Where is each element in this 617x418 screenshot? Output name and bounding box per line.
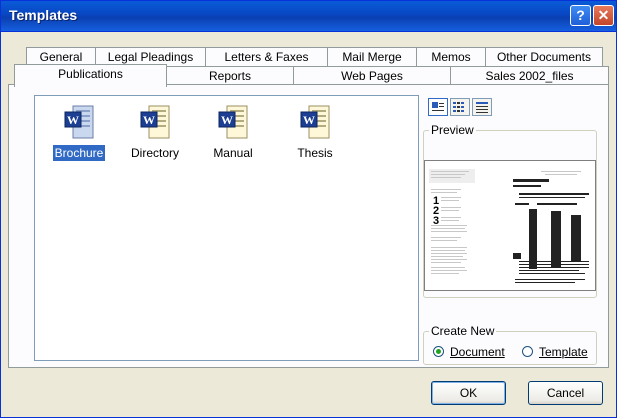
svg-text:3: 3 — [433, 215, 439, 227]
tab-reports[interactable]: Reports — [166, 66, 294, 86]
help-icon: ? — [576, 7, 585, 23]
list-view-button[interactable] — [450, 98, 470, 116]
tab-letters-faxes[interactable]: Letters & Faxes — [205, 47, 328, 67]
radio-unchecked-icon — [522, 346, 533, 357]
preview-label: Preview — [429, 123, 476, 137]
svg-text:W: W — [303, 113, 315, 127]
list-item-manual[interactable]: W Manual — [199, 104, 267, 161]
title-bar[interactable]: Templates ? ✕ — [1, 1, 616, 32]
ok-button[interactable]: OK — [431, 381, 506, 405]
tab-other-documents[interactable]: Other Documents — [485, 47, 603, 67]
tab-web-pages[interactable]: Web Pages — [293, 66, 451, 86]
svg-text:W: W — [67, 113, 79, 127]
radio-checked-icon — [433, 346, 444, 357]
details-view-button[interactable] — [472, 98, 492, 116]
word-document-icon: W — [63, 104, 95, 142]
document-radio-label: Document — [450, 345, 505, 359]
help-button[interactable]: ? — [570, 5, 591, 26]
word-document-icon: W — [139, 104, 171, 142]
list-item-brochure[interactable]: W Brochure — [45, 104, 113, 161]
svg-text:W: W — [221, 113, 233, 127]
create-new-label: Create New — [429, 324, 497, 338]
close-icon: ✕ — [597, 7, 610, 23]
file-label: Manual — [213, 146, 253, 160]
tab-publications[interactable]: Publications — [14, 64, 167, 87]
document-radio[interactable]: Document — [433, 345, 505, 359]
word-document-icon: W — [217, 104, 249, 142]
large-icons-view-button[interactable] — [428, 98, 448, 116]
file-label: Directory — [130, 146, 179, 160]
template-preview-image: 1 2 3 — [424, 160, 596, 291]
large-icons-icon — [432, 102, 444, 111]
details-icon — [476, 102, 488, 113]
file-label: Brochure — [52, 145, 106, 161]
list-item-directory[interactable]: W Directory — [121, 104, 189, 161]
cancel-button[interactable]: Cancel — [528, 381, 603, 405]
tab-sales-2002-files[interactable]: Sales 2002_files — [450, 66, 609, 86]
template-radio-label: Template — [539, 345, 588, 359]
template-radio[interactable]: Template — [522, 345, 588, 359]
list-item-thesis[interactable]: W Thesis — [281, 104, 349, 161]
file-label: Thesis — [297, 146, 333, 160]
svg-text:W: W — [143, 113, 155, 127]
word-document-icon: W — [299, 104, 331, 142]
tab-memos[interactable]: Memos — [416, 47, 486, 67]
close-button[interactable]: ✕ — [593, 5, 614, 26]
tab-mail-merge[interactable]: Mail Merge — [327, 47, 417, 67]
window-title: Templates — [9, 7, 78, 23]
list-icon — [453, 102, 464, 112]
template-list[interactable]: W Brochure W Directory W Manual W Thesis — [34, 95, 419, 361]
